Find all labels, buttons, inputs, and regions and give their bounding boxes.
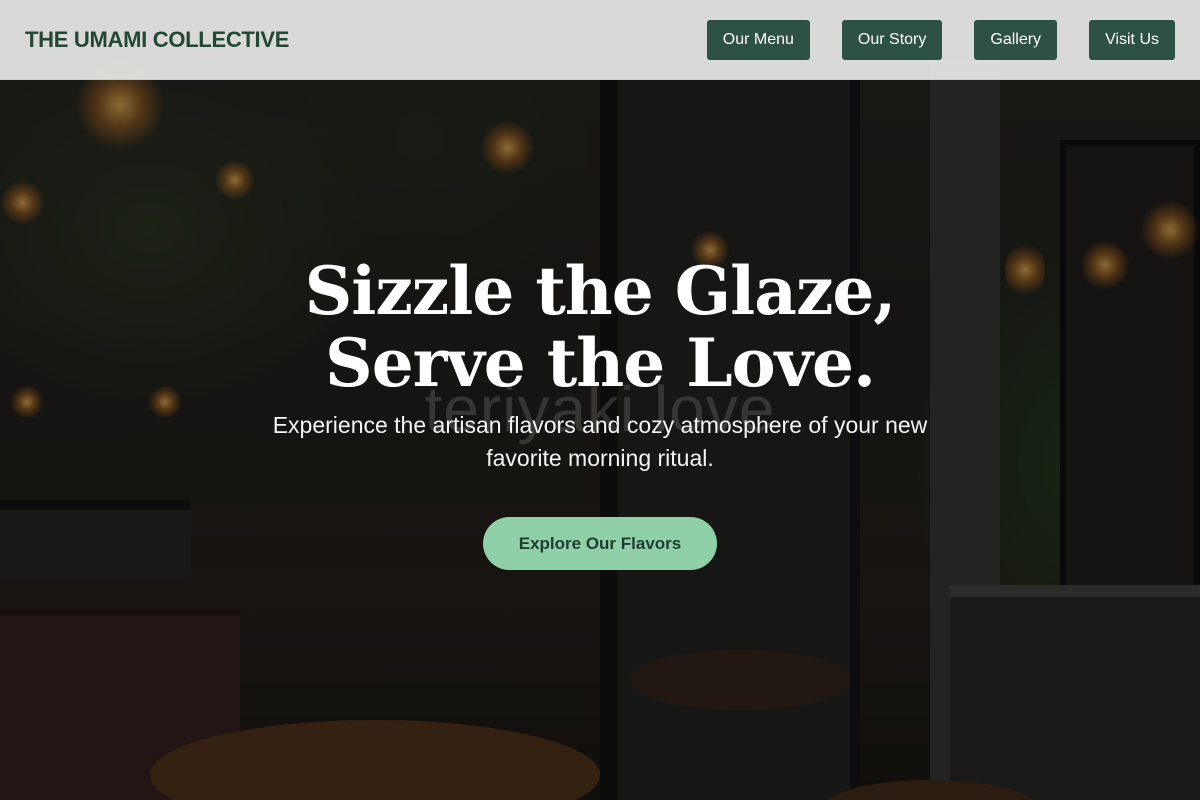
nav-visit-us-button[interactable]: Visit Us <box>1089 19 1175 60</box>
brand-logo-text[interactable]: THE UMAMI COLLECTIVE <box>25 27 289 53</box>
hero-headline-line-1: Sizzle the Glaze, <box>304 252 897 330</box>
hero-subtitle: Experience the artisan flavors and cozy … <box>272 412 928 471</box>
explore-flavors-button[interactable]: Explore Our Flavors <box>483 517 717 570</box>
nav-gallery-button[interactable]: Gallery <box>974 19 1058 60</box>
main-nav: Our Menu Our Story Gallery Visit Us <box>706 19 1175 60</box>
hero-headline: Sizzle the Glaze, Serve the Love. <box>0 255 1200 399</box>
hero-content: Sizzle the Glaze, Serve the Love. Experi… <box>0 255 1200 570</box>
nav-our-menu-button[interactable]: Our Menu <box>706 19 810 60</box>
hero-headline-line-2: Serve the Love. <box>325 324 876 402</box>
nav-our-story-button[interactable]: Our Story <box>841 19 943 60</box>
site-header: THE UMAMI COLLECTIVE Our Menu Our Story … <box>0 0 1200 80</box>
